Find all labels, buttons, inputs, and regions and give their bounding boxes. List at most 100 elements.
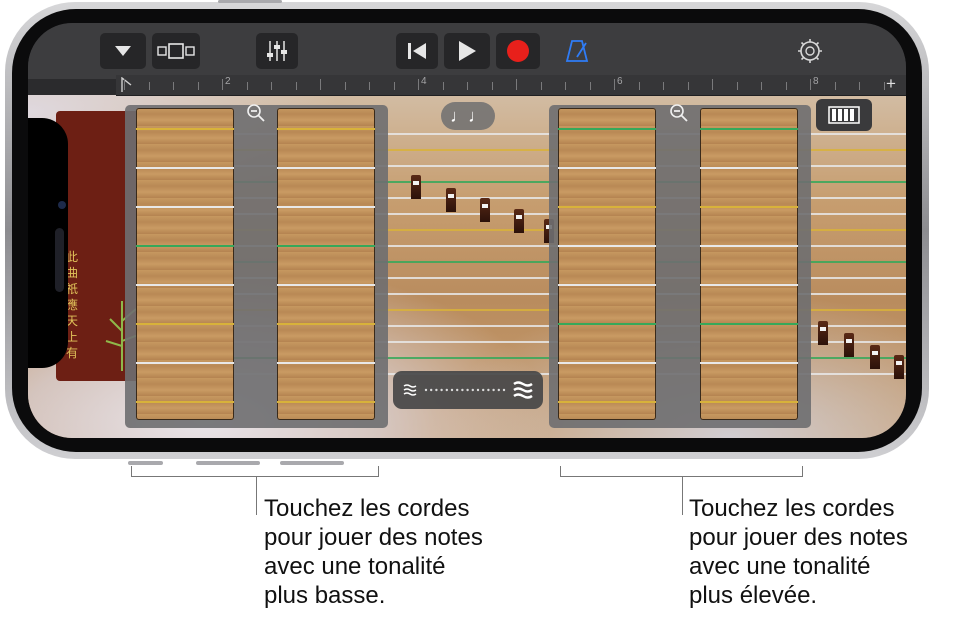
ruler-tick: [834, 82, 836, 90]
settings-button[interactable]: [796, 37, 826, 67]
play-icon: [459, 41, 476, 61]
instrument-string[interactable]: [558, 401, 656, 403]
instrument-string[interactable]: [558, 284, 656, 286]
control-bar: [28, 23, 906, 79]
ruler-tick: [442, 82, 444, 90]
vibrato-dot: [471, 388, 474, 392]
ruler-tick: [761, 82, 762, 90]
instrument-string[interactable]: [700, 167, 798, 169]
string-bridge: [446, 188, 456, 212]
instrument-string[interactable]: [136, 401, 234, 403]
instrument-string[interactable]: [277, 167, 375, 169]
instrument-string[interactable]: [558, 206, 656, 208]
instrument-string[interactable]: [700, 128, 798, 130]
instrument-string[interactable]: [277, 284, 375, 286]
volume-down-button: [280, 461, 344, 465]
instrument-string[interactable]: [558, 362, 656, 364]
left-callout-text: Touchez les cordes pour jouer des notes …: [264, 494, 483, 610]
ruler-tick: [320, 79, 321, 90]
ruler-tick: [736, 82, 738, 90]
add-section-button[interactable]: +: [886, 74, 896, 94]
ruler-tick: [810, 79, 811, 90]
instrument-string[interactable]: [558, 167, 656, 169]
ruler-tick: [369, 82, 370, 90]
instrument-string[interactable]: [700, 206, 798, 208]
vibrato-dot: [440, 388, 443, 392]
vibrato-dot: [487, 388, 490, 392]
ruler-tick: [491, 82, 493, 90]
instrument-string[interactable]: [700, 401, 798, 403]
instrument-string[interactable]: [277, 206, 375, 208]
timeline-ruler[interactable]: 2 4 6 8 +: [116, 74, 906, 96]
instrument-string[interactable]: [700, 245, 798, 247]
ruler-tick: [516, 79, 517, 90]
vibrato-large-icon: [513, 381, 533, 399]
instrument-string[interactable]: [558, 128, 656, 130]
vibrato-dot: [466, 388, 469, 392]
notes-label: ♩♩: [450, 105, 486, 126]
instrument-string[interactable]: [700, 284, 798, 286]
mixer-button[interactable]: [256, 33, 298, 69]
down-triangle-icon: [115, 46, 131, 56]
instrument-string[interactable]: [136, 245, 234, 247]
instrument-string[interactable]: [700, 323, 798, 325]
instrument-string[interactable]: [136, 167, 234, 169]
ruler-tick: [712, 79, 713, 90]
instrument-string[interactable]: [277, 128, 375, 130]
string-bridge: [894, 355, 904, 379]
ruler-tick: [271, 82, 272, 90]
low-string-strip-2[interactable]: [277, 108, 375, 420]
play-button[interactable]: [444, 33, 490, 69]
browser-button[interactable]: [100, 33, 146, 69]
metronome-icon: [565, 40, 589, 62]
high-string-strip-1[interactable]: [558, 108, 656, 420]
track-view-button[interactable]: [152, 33, 200, 69]
silent-switch: [128, 461, 163, 465]
string-bridge: [480, 198, 490, 222]
instrument-string[interactable]: [700, 362, 798, 364]
ruler-tick: [638, 82, 640, 90]
instrument-string[interactable]: [136, 362, 234, 364]
ruler-tick: [785, 82, 787, 90]
string-bridge: [411, 175, 421, 199]
playhead-icon[interactable]: [121, 77, 133, 93]
instrument-string[interactable]: [558, 323, 656, 325]
right-callout-bracket: [560, 466, 803, 477]
instrument-string[interactable]: [136, 323, 234, 325]
right-callout-line: [682, 477, 683, 515]
record-button[interactable]: [496, 33, 540, 69]
caption-line: plus élevée.: [689, 582, 818, 609]
caption-line: plus basse.: [264, 582, 386, 609]
instrument-string[interactable]: [136, 284, 234, 286]
high-string-strip-2[interactable]: [700, 108, 798, 420]
mixer-sliders-icon: [267, 41, 287, 61]
zoom-out-icon[interactable]: [669, 103, 689, 123]
instrument-string[interactable]: [277, 401, 375, 403]
metronome-button[interactable]: [564, 37, 594, 67]
instrument-string[interactable]: [558, 245, 656, 247]
vibrato-dot: [445, 388, 448, 392]
instrument-string[interactable]: [136, 206, 234, 208]
ruler-tick: [197, 82, 199, 90]
instrument-string[interactable]: [136, 128, 234, 130]
scale-grid-button[interactable]: [816, 99, 872, 131]
caption-line: Touchez les cordes: [264, 495, 470, 522]
string-bridge: [870, 345, 880, 369]
vibrato-slider[interactable]: [393, 371, 543, 409]
ruler-label: 2: [225, 76, 231, 87]
ruler-tick: [565, 82, 566, 90]
instrument-string[interactable]: [277, 245, 375, 247]
string-bridge: [844, 333, 854, 357]
ruler-tick: [124, 79, 125, 90]
vibrato-dot: [497, 388, 500, 392]
zoom-out-icon[interactable]: [246, 103, 266, 123]
rewind-button[interactable]: [396, 33, 438, 69]
notes-mode-button[interactable]: ♩♩: [441, 102, 495, 130]
ruler-tick: [344, 82, 346, 90]
ruler-tick: [222, 79, 223, 90]
ruler-tick: [687, 82, 689, 90]
instrument-string[interactable]: [277, 323, 375, 325]
rewind-icon: [408, 43, 426, 59]
low-string-strip-1[interactable]: [136, 108, 234, 420]
instrument-string[interactable]: [277, 362, 375, 364]
